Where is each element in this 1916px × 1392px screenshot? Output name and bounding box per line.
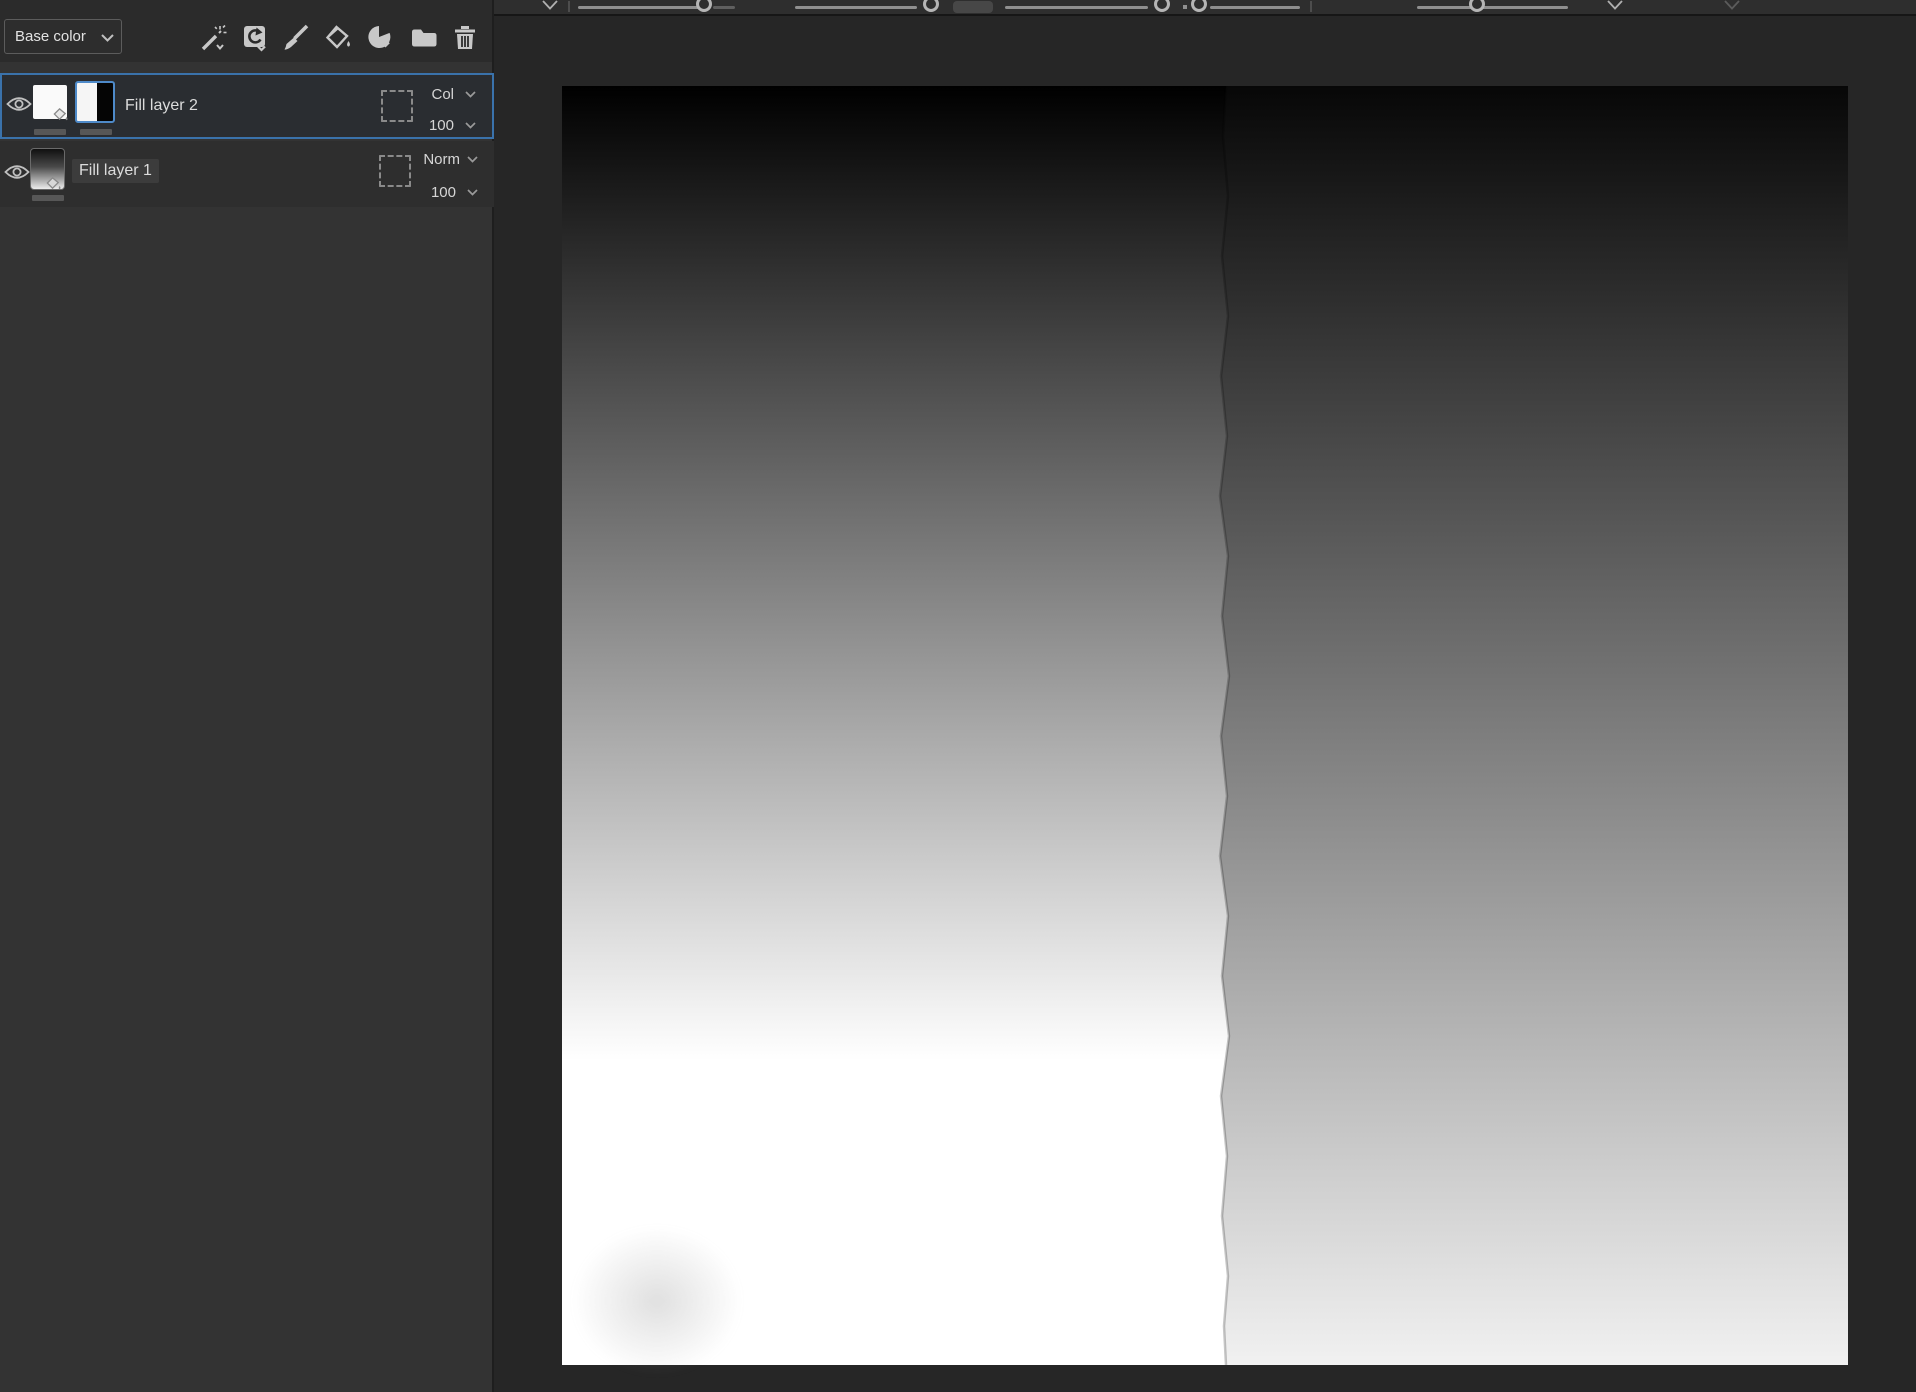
top-toolbar-strip: [494, 0, 1916, 16]
chevron-down-icon[interactable]: [465, 91, 476, 98]
opacity-value[interactable]: 100: [431, 184, 456, 201]
new-folder-button[interactable]: [408, 22, 440, 54]
slider-knob[interactable]: [1191, 0, 1207, 12]
fill-effect-icon: [244, 26, 266, 52]
layer-mask-thumbnail[interactable]: [75, 81, 115, 123]
chevron-down-icon[interactable]: [542, 0, 558, 10]
layer-name: Fill layer 1: [72, 159, 159, 183]
fill-layer-badge-icon: [46, 176, 61, 190]
layers-panel-toolbar: Base color: [0, 0, 492, 62]
visibility-eye-icon[interactable]: [6, 95, 32, 113]
slider-track[interactable]: [578, 6, 704, 9]
layer-row-fill-layer-2[interactable]: Fill layer 2 Col 100: [0, 73, 494, 139]
chevron-down-icon[interactable]: [1724, 0, 1740, 10]
blend-mode-dropdown[interactable]: Norm: [423, 151, 460, 168]
slider-track[interactable]: [1210, 6, 1300, 9]
paint-brush-button[interactable]: [280, 22, 312, 54]
chevron-down-icon[interactable]: [467, 189, 478, 196]
chevron-down-icon[interactable]: [1607, 0, 1623, 10]
paint-canvas[interactable]: [562, 86, 1848, 1376]
paint-bucket-button[interactable]: [322, 22, 354, 54]
fill-effect-button[interactable]: [239, 22, 271, 54]
magic-wand-icon: [201, 24, 227, 51]
slider-track[interactable]: [1005, 6, 1148, 9]
slider-knob[interactable]: [1154, 0, 1170, 12]
chevron-down-icon: [101, 34, 114, 42]
toolbar-pill-button[interactable]: [953, 1, 993, 13]
folder-icon: [412, 29, 437, 47]
brush-smudge: [572, 1226, 742, 1376]
chevron-down-icon[interactable]: [467, 156, 478, 163]
visibility-eye-icon[interactable]: [4, 163, 30, 181]
layer-row-fill-layer-1[interactable]: Fill layer 1 Norm 100: [0, 141, 494, 207]
toolbar-divider: [1310, 1, 1312, 12]
thumbnail-channel-bar: [34, 129, 66, 135]
layer-thumbnail[interactable]: [30, 148, 65, 190]
toolbar-divider: [568, 1, 570, 12]
paint-app-window: Base color Fill layer 2 Col 100 Fill lay…: [0, 0, 1916, 1392]
slider-track[interactable]: [795, 6, 917, 9]
magic-wand-button[interactable]: [197, 22, 229, 54]
slider-knob[interactable]: [1469, 0, 1485, 12]
opacity-value[interactable]: 100: [429, 117, 454, 134]
trash-icon: [455, 26, 475, 49]
blend-mode-dropdown[interactable]: Col: [431, 86, 454, 103]
paint-brush-icon: [284, 24, 309, 50]
mask-pie-icon: [368, 26, 391, 48]
slider-knob[interactable]: [923, 0, 939, 12]
material-preview-placeholder[interactable]: [381, 90, 413, 122]
mask-pie-button[interactable]: [364, 22, 396, 54]
paint-bucket-icon: [325, 25, 350, 49]
mask-channel-bar: [80, 129, 112, 135]
channel-dropdown-value: Base color: [15, 28, 86, 45]
slider-knob[interactable]: [696, 0, 712, 12]
thumbnail-channel-bar: [32, 195, 64, 201]
delete-layer-button[interactable]: [449, 22, 481, 54]
layer-thumbnail[interactable]: [33, 85, 68, 121]
fill-layer-badge-icon: [53, 107, 68, 121]
toolbar-tick: [1183, 5, 1187, 9]
canvas-left-gradient-region: [562, 86, 1231, 1365]
channel-dropdown[interactable]: Base color: [4, 19, 122, 54]
chevron-down-icon[interactable]: [465, 122, 476, 129]
material-preview-placeholder[interactable]: [379, 155, 411, 187]
slider-track[interactable]: [1417, 6, 1568, 9]
slider-track-unfilled[interactable]: [713, 6, 735, 9]
layer-name: Fill layer 2: [125, 97, 198, 114]
layers-panel: Base color Fill layer 2 Col 100 Fill lay…: [0, 0, 494, 1392]
